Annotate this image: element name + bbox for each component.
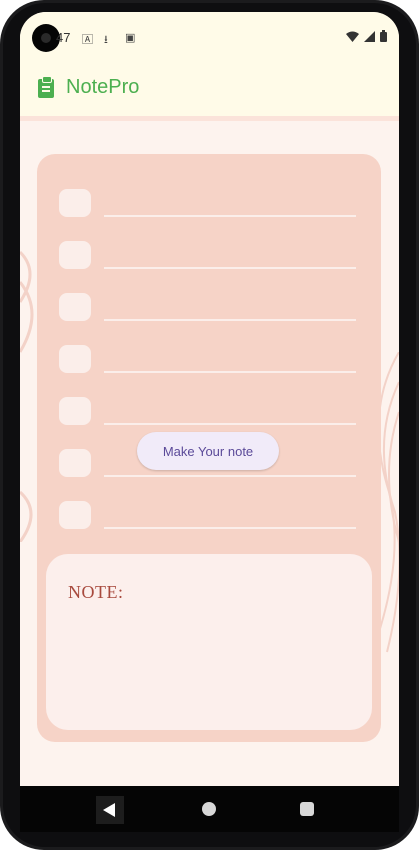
battery-icon (380, 30, 387, 42)
note-text-area[interactable]: NOTE: (46, 554, 372, 730)
app-bar: NotePro (20, 60, 399, 116)
checklist-line (104, 527, 356, 529)
signal-icon (364, 30, 375, 42)
note-card: Make Your note NOTE: (37, 154, 381, 742)
checklist-line (104, 371, 356, 373)
checklist-checkbox[interactable] (59, 397, 91, 425)
checklist-line (104, 475, 356, 477)
make-your-note-button[interactable]: Make Your note (137, 432, 279, 470)
navigation-bar (20, 786, 399, 832)
clipboard-icon (38, 76, 54, 98)
checklist-checkbox[interactable] (59, 501, 91, 529)
sim-icon: ▣ (125, 31, 136, 44)
checklist-checkbox[interactable] (59, 345, 91, 373)
checklist-line (104, 267, 356, 269)
download-icon: ⭳ (104, 33, 108, 46)
app-bar-divider (20, 116, 399, 121)
back-icon[interactable] (96, 796, 124, 824)
phone-frame: 47 🄰 ⭳ ▣ NotePro Make Your note NOTE: (0, 0, 419, 850)
home-icon[interactable] (202, 802, 216, 816)
notification-a-icon: 🄰 (82, 33, 93, 46)
wifi-icon (346, 31, 359, 42)
recents-icon[interactable] (300, 802, 314, 816)
app-title: NotePro (66, 76, 140, 98)
status-right (346, 30, 387, 42)
screen: 47 🄰 ⭳ ▣ NotePro Make Your note NOTE: (20, 12, 399, 786)
checklist-line (104, 215, 356, 217)
status-bar: 47 🄰 ⭳ ▣ (20, 12, 399, 60)
checklist-checkbox[interactable] (59, 293, 91, 321)
checklist-checkbox[interactable] (59, 189, 91, 217)
note-label: NOTE: (68, 582, 124, 602)
checklist-checkbox[interactable] (59, 241, 91, 269)
checklist-checkbox[interactable] (59, 449, 91, 477)
checklist-line (104, 423, 356, 425)
status-time: 47 (56, 30, 71, 45)
checklist-line (104, 319, 356, 321)
